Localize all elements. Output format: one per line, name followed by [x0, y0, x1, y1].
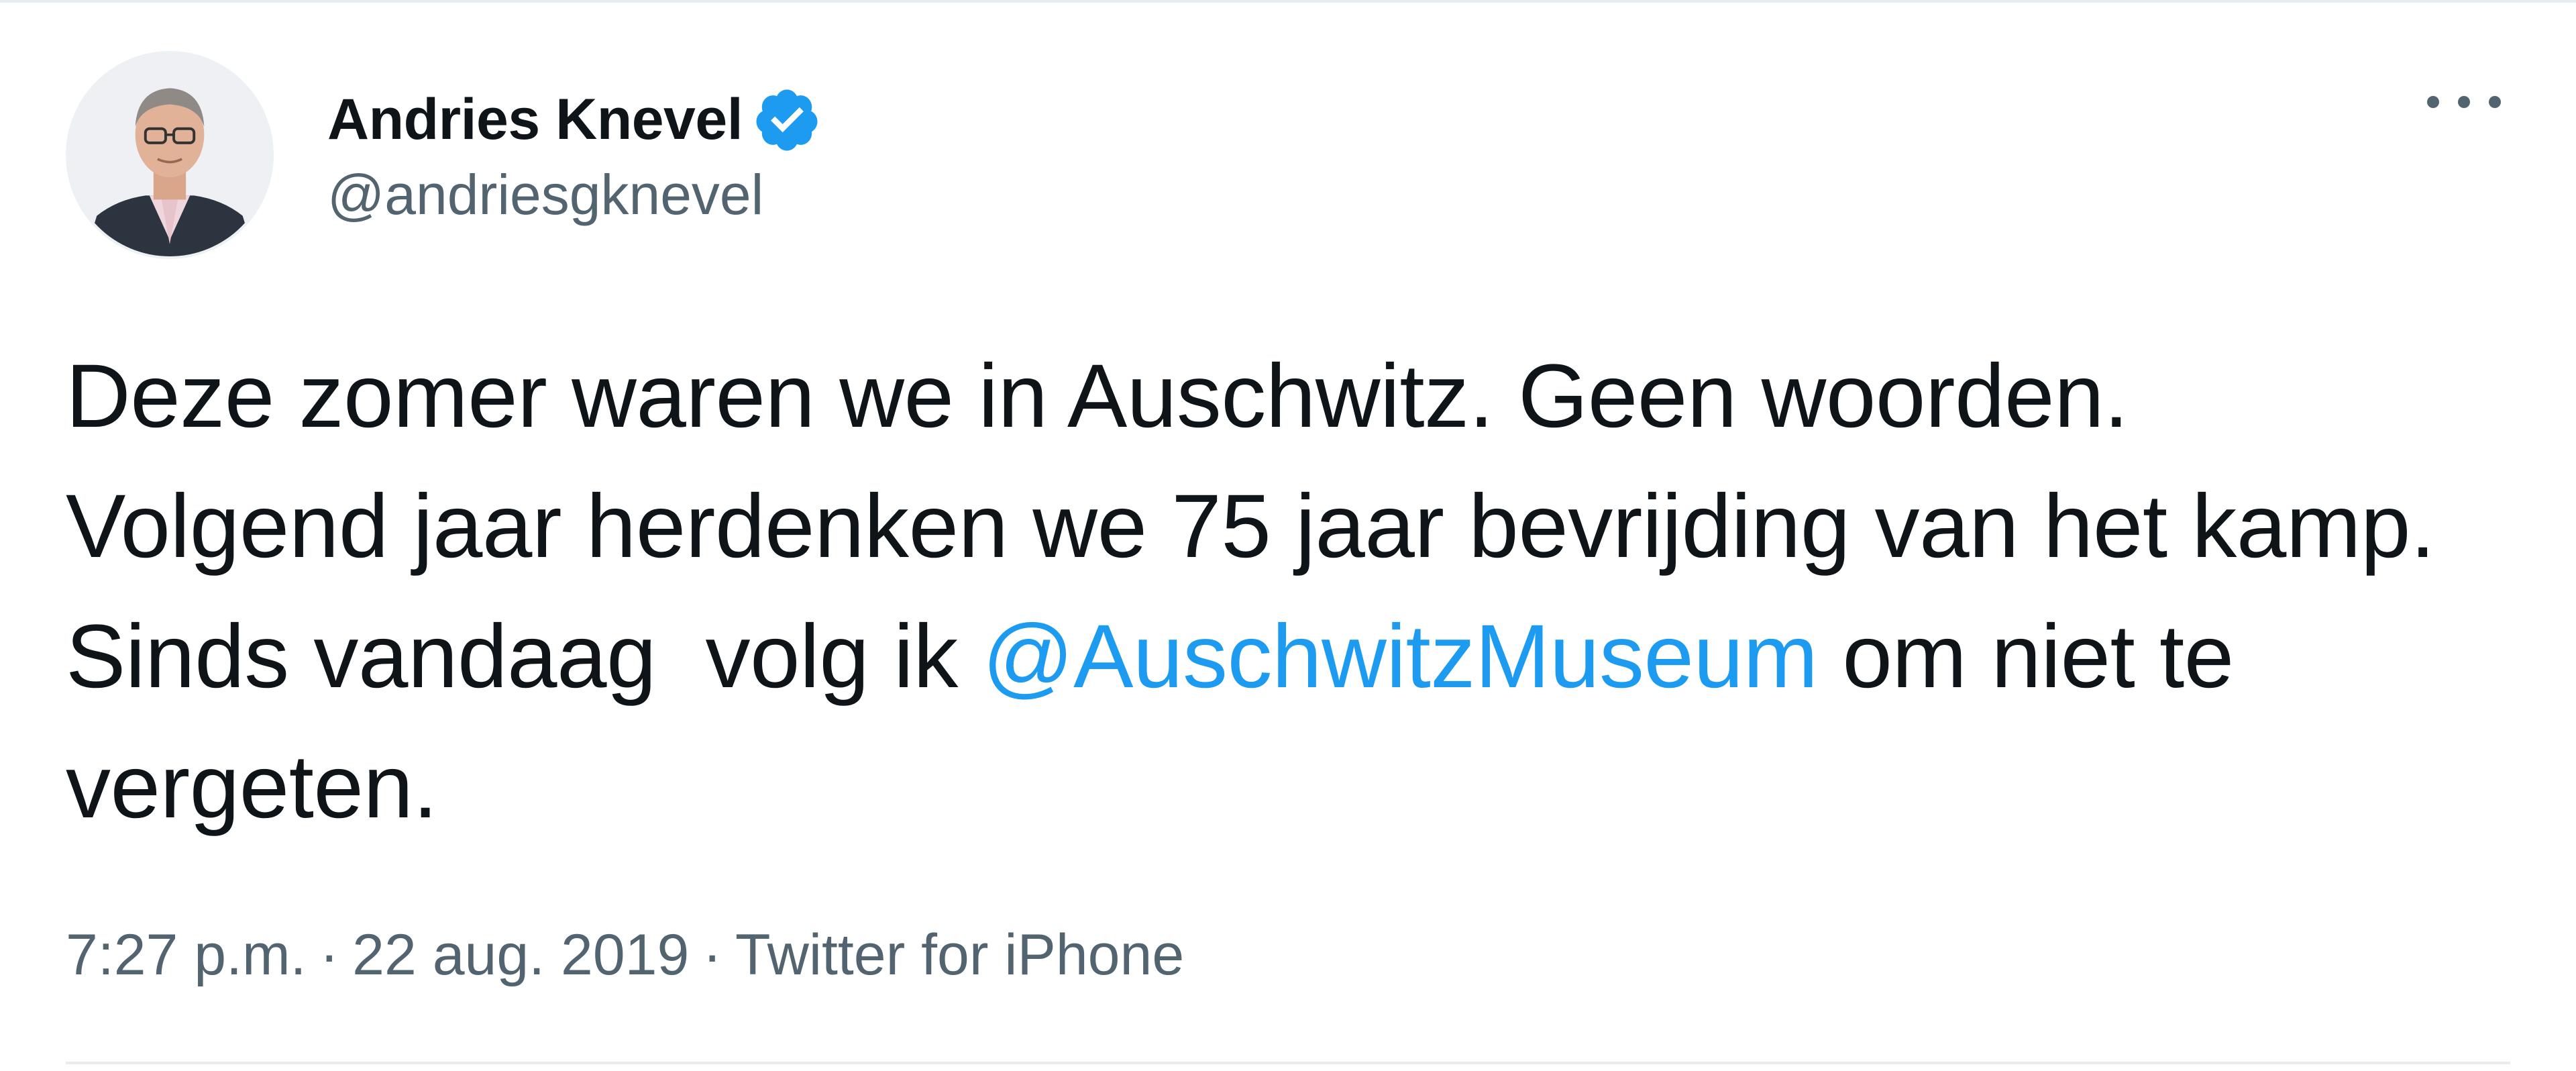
tweet-card: Andries Knevel @andriesgknevel Deze zome… — [0, 0, 2576, 1071]
more-options-icon[interactable] — [2427, 82, 2501, 122]
display-name[interactable]: Andries Knevel — [327, 87, 743, 153]
meta-separator: · — [702, 923, 722, 987]
tweet-source[interactable]: Twitter for iPhone — [735, 923, 1184, 987]
avatar-photo-icon — [68, 54, 271, 256]
mention-link[interactable]: @AuschwitzMuseum — [983, 607, 1819, 707]
tweet-time[interactable]: 7:27 p.m. — [66, 923, 307, 987]
avatar[interactable] — [66, 51, 274, 259]
more-dot — [2489, 96, 2501, 108]
divider — [66, 1062, 2510, 1064]
tweet-text: Deze zomer waren we in Auschwitz. Geen w… — [66, 332, 2454, 852]
verified-badge-icon — [756, 89, 818, 150]
name-row: Andries Knevel — [327, 83, 822, 157]
more-dot — [2458, 96, 2470, 108]
author-handle[interactable]: @andriesgknevel — [327, 162, 822, 227]
tweet-date[interactable]: 22 aug. 2019 — [352, 923, 689, 987]
tweet-meta: 7:27 p.m. · 22 aug. 2019 · Twitter for iPhon… — [66, 922, 1184, 988]
more-dot — [2427, 96, 2439, 108]
author-names: Andries Knevel @andriesgknevel — [327, 83, 822, 227]
meta-separator: · — [319, 923, 339, 987]
tweet-header: Andries Knevel @andriesgknevel — [66, 51, 822, 259]
